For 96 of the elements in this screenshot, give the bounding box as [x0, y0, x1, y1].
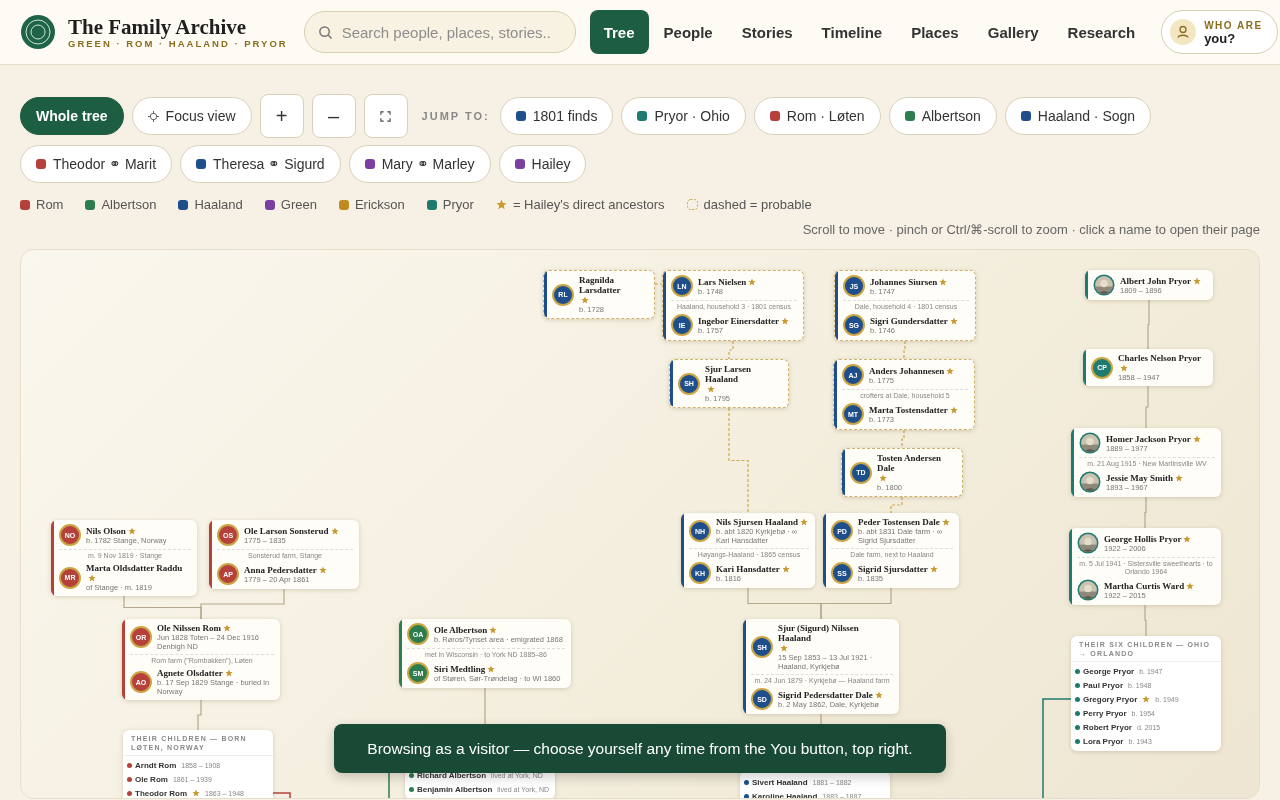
child-name[interactable]: Lora Pryor [1083, 736, 1124, 746]
person-name[interactable]: Sjur Larsen Haaland [705, 364, 782, 384]
person-name[interactable]: Nils Sjursen Haaland [716, 517, 799, 527]
jump-chip[interactable]: Albertson [888, 97, 997, 135]
zoom-in-button[interactable]: + [259, 94, 304, 138]
connector-line [1144, 496, 1147, 529]
connector-line [901, 429, 905, 449]
connector-line [820, 587, 892, 620]
child-name[interactable]: Gregory Pryor [1083, 694, 1138, 704]
connector-line [890, 496, 903, 514]
jump-chip[interactable]: Pryor · Ohio [621, 97, 746, 135]
notification-toast: Browsing as a visitor — choose yourself any time from the You button, top right. [334, 724, 946, 773]
child-name[interactable]: Perry Pryor [1083, 708, 1127, 718]
person-name[interactable]: Charles Nelson Pryor [1118, 353, 1201, 363]
help-text: Scroll to move · pinch or Ctrl/⌘-scroll to zoom · click a name to open their page [801, 222, 1260, 237]
child-name[interactable]: Paul Pryor [1083, 680, 1123, 690]
person-name[interactable]: Lars Nielsen [698, 276, 747, 287]
person-name[interactable]: Albert John Pryor [1120, 275, 1191, 286]
person-name[interactable]: Peder Tostensen Dale [858, 517, 940, 527]
person-name[interactable]: Siri Medtling [434, 663, 486, 674]
search-field[interactable]: Search people, places, stories.. [303, 11, 576, 53]
child-name[interactable]: George Pryor [1083, 666, 1135, 676]
person-name[interactable]: Ole Albertson [434, 624, 488, 635]
person-name[interactable]: Sigrid Sjursdatter [858, 563, 928, 574]
nav-tab[interactable]: Research [1053, 10, 1150, 54]
person-name[interactable]: Ingebor Einersdatter [698, 315, 780, 326]
child-name[interactable]: Robert Pryor [1083, 722, 1132, 732]
connector-line [197, 699, 202, 731]
connector-line [728, 340, 734, 360]
nav-tab[interactable]: Timeline [807, 10, 897, 54]
nav-tab[interactable]: Gallery [973, 10, 1053, 54]
jump-to-label: JUMP TO: [421, 110, 490, 122]
nav-tab[interactable]: People [649, 10, 727, 54]
jump-chip[interactable]: Theodor ⚭ Marit [20, 145, 173, 183]
person-name[interactable]: Homer Jackson Pryor [1106, 433, 1191, 444]
crosshair-icon [147, 110, 159, 122]
jump-chip[interactable]: Hailey [498, 145, 587, 183]
legend-label: Green [280, 197, 317, 212]
dashed-square-icon [686, 199, 698, 210]
person-name[interactable]: Johannes Siursen [870, 276, 938, 287]
person-name[interactable]: Sigrid Pedersdatter Dale [778, 689, 873, 700]
connector-line [654, 283, 663, 285]
legend-label: Albertson [101, 197, 157, 212]
connector-line [1145, 385, 1149, 429]
child-name[interactable]: Benjamin Albertson [417, 784, 493, 794]
view-button[interactable]: Focus view [131, 97, 252, 135]
zoom-out-button[interactable]: – [311, 94, 356, 138]
view-button[interactable]: Whole tree [20, 97, 124, 135]
legend-label: Rom [36, 197, 64, 212]
child-name[interactable]: Richard Albertson [417, 770, 487, 780]
connector-line [1144, 604, 1147, 637]
person-name[interactable]: Sigri Gundersdatter [870, 315, 948, 326]
legend-label: Pryor [442, 197, 474, 212]
fit-screen-button[interactable] [363, 94, 408, 138]
nav-tab[interactable]: Tree [589, 10, 649, 54]
person-name[interactable]: Ole Larson Sonsterud [244, 525, 329, 536]
legend-label: dashed = probable [703, 197, 812, 212]
nav-tab[interactable]: Places [897, 10, 973, 54]
jump-chip[interactable]: Mary ⚭ Marley [348, 145, 491, 183]
child-name[interactable]: Theodor Rom [135, 788, 187, 798]
person-name[interactable]: Sjur (Sigurd) Nilssen Haaland [778, 623, 893, 643]
person-name[interactable]: Ragnilda Larsdatter [579, 275, 648, 295]
child-name[interactable]: Karoline Haaland [752, 791, 818, 798]
jump-chip[interactable]: Theresa ⚭ Sigurd [180, 145, 341, 183]
nav-tab[interactable]: Stories [727, 10, 807, 54]
star-icon [495, 199, 507, 210]
connector-line [272, 792, 291, 798]
legend-label: = Hailey's direct ancestors [512, 197, 665, 212]
connector-line [1147, 299, 1150, 350]
child-name[interactable]: Sivert Haaland [752, 777, 808, 787]
legend-label: Erickson [354, 197, 405, 212]
person-icon [1170, 19, 1197, 45]
person-name[interactable]: Ole Nilssen Rom [157, 623, 221, 633]
person-name[interactable]: Tosten Andersen Dale [877, 453, 956, 473]
person-name[interactable]: Jessie May Smith [1106, 472, 1173, 483]
site-title: The Family Archive [68, 15, 248, 38]
person-name[interactable]: Agnete Olsdatter [157, 668, 223, 678]
person-name[interactable]: Anna Pedersdatter [244, 564, 317, 575]
jump-chip[interactable]: Rom · Løten [753, 97, 881, 135]
person-name[interactable]: Kari Hansdatter [716, 563, 780, 574]
jump-chip[interactable]: Haaland · Sogn [1004, 97, 1152, 135]
connector-line [903, 340, 906, 360]
person-name[interactable]: Marta Tostensdatter [869, 404, 948, 415]
person-name[interactable]: Martha Curtis Ward [1104, 580, 1185, 591]
person-name[interactable]: Nils Olson [86, 525, 126, 536]
child-name[interactable]: Ole Rom [135, 774, 168, 784]
user-button[interactable]: WHO ARE you? [1161, 10, 1278, 54]
search-icon [317, 25, 333, 40]
person-name[interactable]: Marta Oldsdatter Raddu [86, 563, 183, 573]
legend-label: Haaland [194, 197, 243, 212]
jump-chip[interactable]: 1801 finds [499, 97, 614, 135]
fullscreen-icon [380, 110, 392, 122]
person-name[interactable]: Anders Johannesen [869, 365, 945, 376]
logo-icon [20, 14, 56, 50]
child-name[interactable]: Arndt Rom [135, 760, 177, 770]
person-name[interactable]: George Hollis Pryor [1104, 533, 1182, 544]
